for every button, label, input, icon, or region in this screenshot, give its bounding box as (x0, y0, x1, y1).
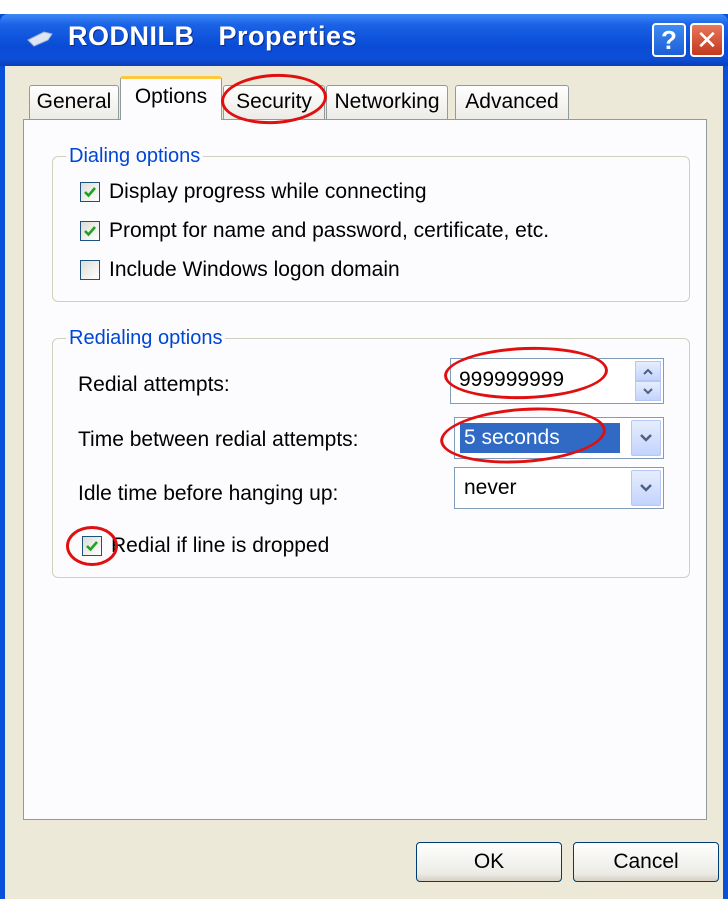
dropdown-arrow-button[interactable] (631, 420, 661, 456)
arrow-up-icon (643, 368, 653, 375)
redial-if-dropped-checkbox[interactable] (82, 536, 102, 556)
idle-time-value: never (464, 476, 517, 499)
prompt-credentials-checkbox[interactable] (80, 221, 100, 241)
spin-down-button[interactable] (635, 381, 661, 401)
dropdown-arrow-button[interactable] (631, 470, 661, 506)
include-logon-domain-label: Include Windows logon domain (109, 258, 400, 281)
chevron-down-icon (640, 434, 652, 442)
prompt-credentials-label: Prompt for name and password, certificat… (109, 219, 550, 242)
time-between-redial-label: Time between redial attempts: (78, 428, 359, 451)
redial-attempts-value[interactable]: 999999999 (459, 368, 564, 392)
redialing-options-title: Redialing options (66, 327, 226, 350)
display-progress-option[interactable]: Display progress while connecting (80, 180, 427, 204)
redial-if-dropped-label: Redial if line is dropped (111, 534, 330, 557)
time-between-redial-value: 5 seconds (460, 423, 620, 453)
display-progress-checkbox[interactable] (80, 182, 100, 202)
prompt-credentials-option[interactable]: Prompt for name and password, certificat… (80, 219, 549, 243)
display-progress-label: Display progress while connecting (109, 180, 427, 203)
redial-if-dropped-option[interactable]: Redial if line is dropped (82, 534, 329, 558)
dialing-options-title: Dialing options (66, 145, 204, 168)
checkmark-icon (86, 541, 98, 552)
chevron-down-icon (640, 484, 652, 492)
checkmark-icon (84, 226, 96, 237)
cancel-button[interactable]: Cancel (573, 842, 719, 882)
redial-attempts-label: Redial attempts: (78, 373, 230, 396)
ok-button[interactable]: OK (416, 842, 562, 882)
idle-time-label: Idle time before hanging up: (78, 482, 339, 505)
arrow-down-icon (643, 387, 653, 394)
idle-time-dropdown[interactable]: never (454, 467, 664, 509)
time-between-redial-dropdown[interactable]: 5 seconds (454, 417, 664, 459)
redial-attempts-spinner[interactable]: 999999999 (450, 358, 664, 404)
include-logon-domain-checkbox[interactable] (80, 260, 100, 280)
spin-up-button[interactable] (635, 361, 661, 381)
include-logon-domain-option[interactable]: Include Windows logon domain (80, 258, 400, 282)
annotation-circle-security-tab (219, 71, 329, 127)
checkmark-icon (84, 187, 96, 198)
